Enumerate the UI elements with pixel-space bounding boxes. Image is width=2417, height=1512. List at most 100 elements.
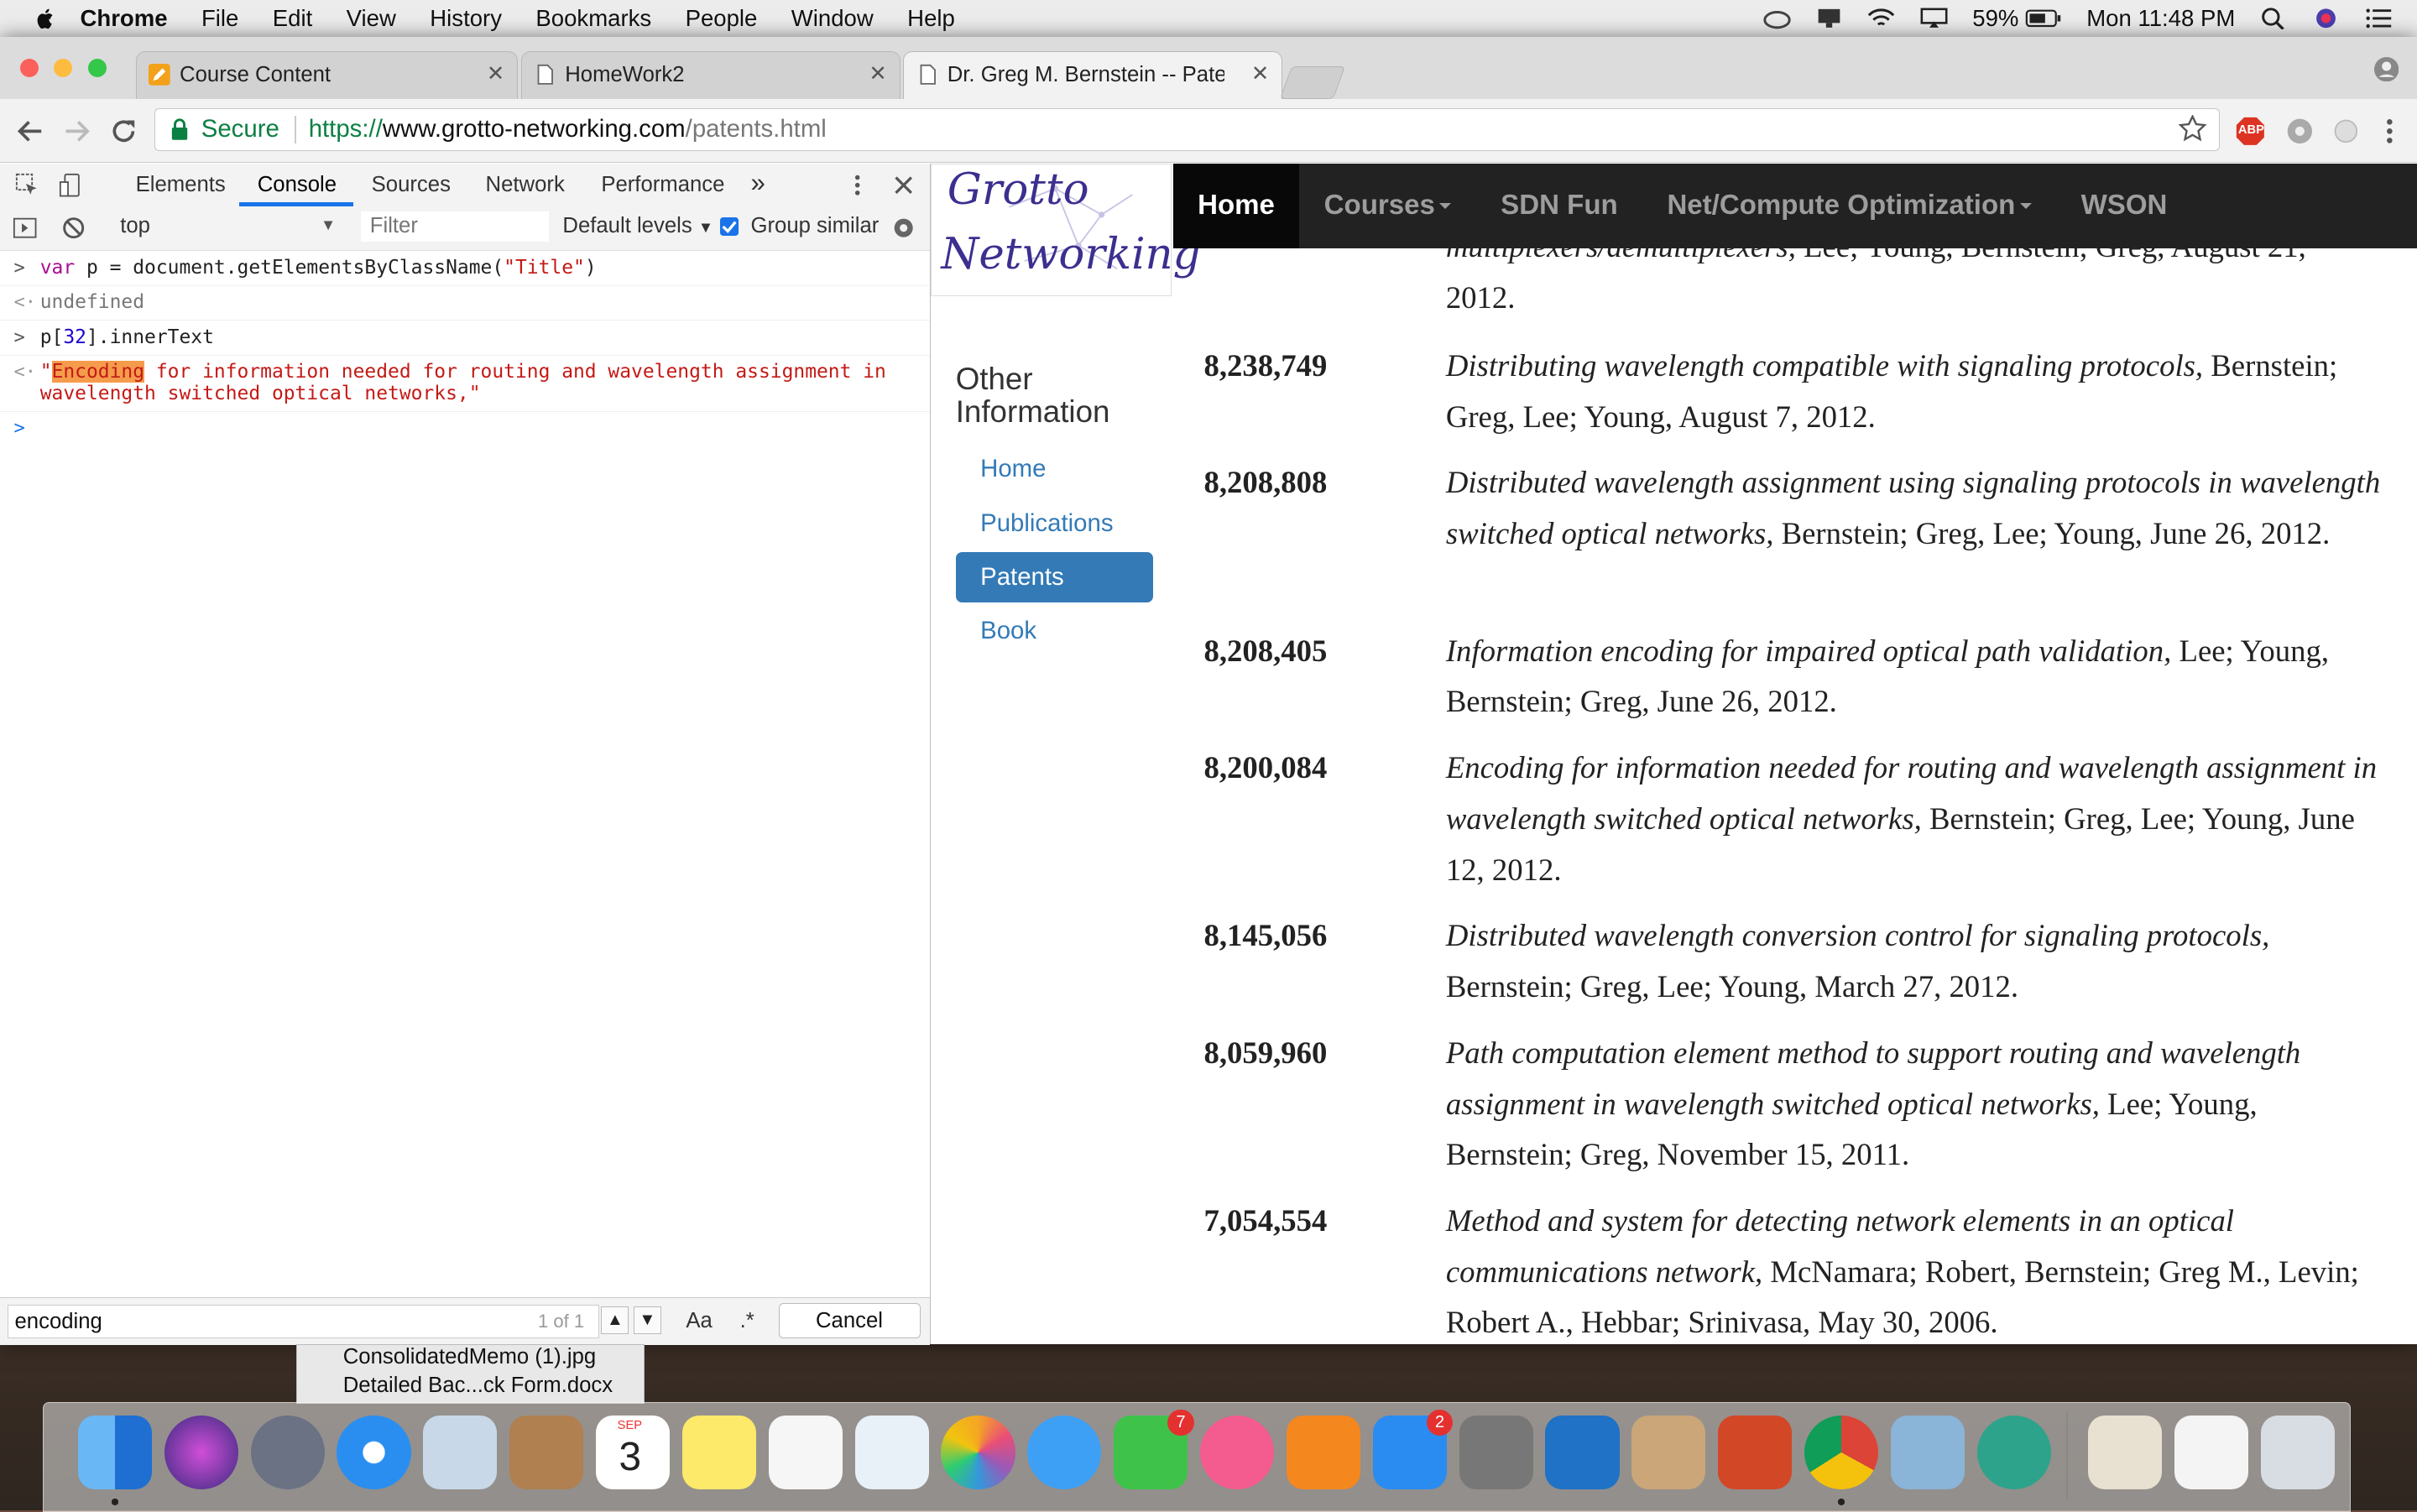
battery-icon[interactable] [2025, 8, 2062, 29]
tab-homework2[interactable]: HomeWork2 ✕ [520, 50, 901, 99]
find-cancel-button[interactable]: Cancel [778, 1302, 921, 1339]
site-logo[interactable]: Grotto Networking [931, 163, 1201, 296]
menu-people[interactable]: People [686, 5, 758, 32]
chrome-dock-icon[interactable] [1804, 1416, 1879, 1490]
siri-icon[interactable] [2312, 8, 2340, 29]
atom-icon[interactable] [1976, 1416, 2051, 1490]
nav-courses-label: Courses [1323, 190, 1435, 222]
device-toolbar-icon[interactable] [59, 173, 83, 197]
devtools-menu-icon[interactable] [845, 173, 869, 197]
ibooks-icon[interactable] [1286, 1416, 1360, 1490]
close-tab-icon[interactable]: ✕ [869, 61, 887, 86]
close-tab-icon[interactable]: ✕ [1251, 61, 1270, 86]
devtools-tab-console[interactable]: Console [258, 173, 337, 197]
devtools-tab-sources[interactable]: Sources [372, 173, 451, 197]
airplay-icon[interactable] [1920, 8, 1948, 29]
console-prompt[interactable]: > [0, 412, 930, 446]
wifi-icon[interactable] [1867, 8, 1895, 29]
sidebar-link-patents[interactable]: Patents [955, 551, 1153, 603]
spotlight-search-icon[interactable] [2260, 8, 2288, 29]
contacts-icon[interactable] [509, 1416, 584, 1490]
menu-bookmarks[interactable]: Bookmarks [535, 5, 651, 32]
notes-icon[interactable] [681, 1416, 756, 1490]
sidebar-link-publications[interactable]: Publications [956, 498, 1153, 549]
inspect-element-icon[interactable] [15, 173, 39, 197]
minimized-document-thumbnail[interactable] [2174, 1416, 2248, 1490]
find-next-icon[interactable]: ▼ [633, 1306, 661, 1334]
powerpoint-icon[interactable] [1718, 1416, 1793, 1490]
clear-console-icon[interactable] [61, 216, 86, 240]
menu-app-name[interactable]: Chrome [80, 5, 167, 32]
menu-edit[interactable]: Edit [273, 5, 312, 32]
messages-icon[interactable] [1027, 1416, 1102, 1490]
find-input[interactable] [8, 1304, 600, 1339]
recycle-box-icon[interactable] [1631, 1416, 1706, 1490]
extension-circle-icon[interactable] [2331, 116, 2362, 147]
trash-icon[interactable] [2260, 1416, 2335, 1490]
log-levels-dropdown[interactable]: Default levels ▼ [562, 214, 713, 238]
sidebar-link-book[interactable]: Book [956, 606, 1153, 657]
sidebar-link-home[interactable]: Home [956, 444, 1153, 495]
file-item[interactable]: Detailed Bac...ck Form.docx [343, 1374, 613, 1398]
console-filter-input[interactable] [360, 211, 549, 242]
context-selector[interactable]: top [120, 214, 150, 238]
back-arrow-icon[interactable] [15, 116, 46, 147]
devtools-tab-elements[interactable]: Elements [136, 173, 226, 197]
file-item[interactable]: ConsolidatedMemo (1).jpg [343, 1345, 596, 1369]
notification-center-icon[interactable] [2365, 8, 2393, 29]
profile-icon[interactable] [2373, 56, 2399, 82]
tab-course-content[interactable]: Course Content ✕ [135, 50, 519, 99]
reminders-icon[interactable] [768, 1416, 843, 1490]
launchpad-icon[interactable] [250, 1416, 325, 1490]
minimized-window-thumbnail[interactable] [2087, 1416, 2163, 1490]
mail-eagle-icon[interactable] [423, 1416, 498, 1490]
system-preferences-icon[interactable] [1459, 1416, 1533, 1490]
bookmark-star-icon[interactable] [2179, 114, 2207, 143]
reload-icon[interactable] [108, 116, 139, 147]
regex-toggle[interactable]: .* [740, 1309, 754, 1333]
menu-history[interactable]: History [430, 5, 502, 32]
extension-gear-icon[interactable] [2284, 116, 2315, 147]
apple-icon[interactable] [34, 6, 58, 30]
nav-home[interactable]: Home [1172, 163, 1300, 248]
siri-dock-icon[interactable] [164, 1416, 238, 1490]
itunes-icon[interactable] [1199, 1416, 1275, 1490]
close-window-button[interactable] [19, 58, 39, 77]
safari-icon[interactable] [337, 1416, 411, 1490]
menu-view[interactable]: View [347, 5, 396, 32]
finder-icon[interactable] [77, 1416, 152, 1490]
zoom-window-button[interactable] [87, 58, 107, 77]
minimize-window-button[interactable] [54, 58, 73, 77]
context-dropdown-arrow-icon[interactable]: ▼ [321, 216, 336, 234]
photos-icon[interactable] [941, 1416, 1015, 1490]
chrome-menu-icon[interactable] [2374, 116, 2405, 147]
menu-window[interactable]: Window [791, 5, 874, 32]
menu-help[interactable]: Help [907, 5, 955, 32]
preview-icon[interactable] [854, 1416, 929, 1490]
more-tabs-chevron-icon[interactable]: » [750, 168, 765, 198]
new-tab-button[interactable] [1279, 65, 1346, 99]
clock[interactable]: Mon 11:48 PM [2086, 5, 2235, 32]
find-previous-icon[interactable]: ▲ [601, 1306, 629, 1334]
outlook-icon[interactable] [1545, 1416, 1620, 1490]
creative-cloud-icon[interactable] [1762, 8, 1791, 29]
tab-patents[interactable]: Dr. Greg M. Bernstein -- Paten ✕ [903, 50, 1283, 99]
image-capture-icon[interactable] [1890, 1416, 1965, 1490]
address-bar[interactable]: Secure https://www.grotto-networking.com… [154, 107, 2220, 151]
facetime-icon[interactable]: 7 [1114, 1409, 1194, 1490]
code-string: "Title" [504, 256, 585, 279]
devtools-tab-performance[interactable]: Performance [601, 173, 724, 197]
menu-file[interactable]: File [201, 5, 238, 32]
close-devtools-icon[interactable] [891, 173, 916, 197]
adblock-plus-icon[interactable]: ABP [2235, 116, 2266, 147]
group-similar-checkbox[interactable] [719, 216, 739, 236]
match-case-toggle[interactable]: Aa [686, 1309, 712, 1333]
forward-arrow-icon[interactable] [61, 116, 92, 147]
devtools-tab-network[interactable]: Network [486, 173, 565, 197]
app-store-icon[interactable]: 2 [1372, 1409, 1454, 1490]
calendar-icon[interactable]: SEP 3 [595, 1416, 671, 1490]
console-settings-gear-icon[interactable] [891, 216, 916, 240]
close-tab-icon[interactable]: ✕ [487, 61, 505, 86]
console-sidebar-icon[interactable] [13, 216, 37, 240]
display-icon[interactable] [1815, 8, 1843, 29]
